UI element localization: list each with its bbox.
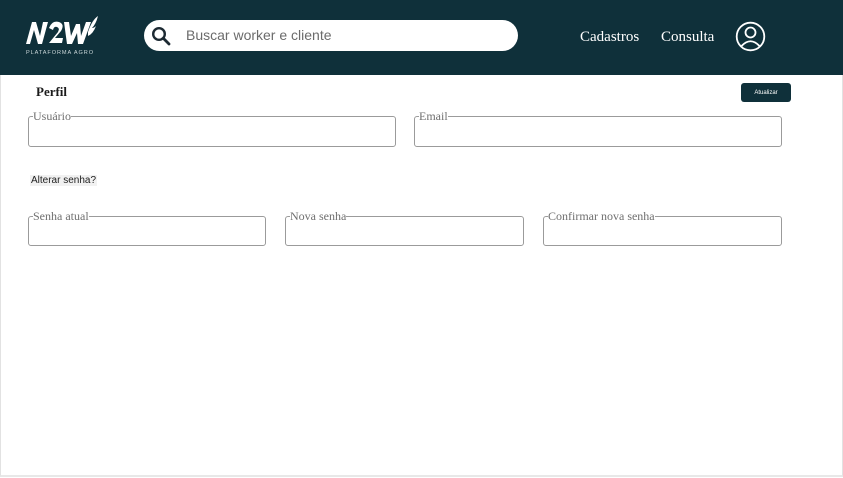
search-icon[interactable] — [151, 26, 171, 46]
update-button[interactable]: Atualizar — [741, 83, 791, 102]
new-password-field[interactable]: Nova senha — [285, 210, 524, 246]
confirm-password-input[interactable] — [548, 222, 777, 242]
logo-subtitle: PLATAFORMA AGRO — [26, 50, 94, 56]
nav-consulta[interactable]: Consulta — [661, 29, 714, 46]
new-password-label: Nova senha — [290, 209, 347, 223]
user-avatar-icon[interactable] — [735, 21, 766, 52]
current-password-field[interactable]: Senha atual — [28, 210, 266, 246]
current-password-label: Senha atual — [33, 209, 89, 223]
current-password-input[interactable] — [33, 222, 261, 242]
new-password-input[interactable] — [290, 222, 519, 242]
top-navbar: PLATAFORMA AGRO Cadastros Consulta — [0, 0, 843, 75]
search-input[interactable] — [186, 24, 506, 46]
confirm-password-label: Confirmar nova senha — [548, 209, 655, 223]
brand-logo[interactable]: PLATAFORMA AGRO — [22, 14, 100, 60]
usuario-input[interactable] — [33, 122, 391, 142]
confirm-password-field[interactable]: Confirmar nova senha — [543, 210, 782, 246]
logo-mark-icon — [26, 16, 98, 44]
usuario-field[interactable]: Usuário — [28, 110, 396, 147]
change-password-link[interactable]: Alterar senha? — [30, 175, 98, 186]
usuario-label: Usuário — [33, 109, 71, 123]
page-title: Perfil — [36, 84, 68, 99]
email-label: Email — [419, 109, 448, 123]
email-input[interactable] — [419, 122, 777, 142]
nav-cadastros[interactable]: Cadastros — [580, 29, 639, 46]
email-field[interactable]: Email — [414, 110, 782, 147]
search-bar[interactable] — [144, 20, 518, 51]
